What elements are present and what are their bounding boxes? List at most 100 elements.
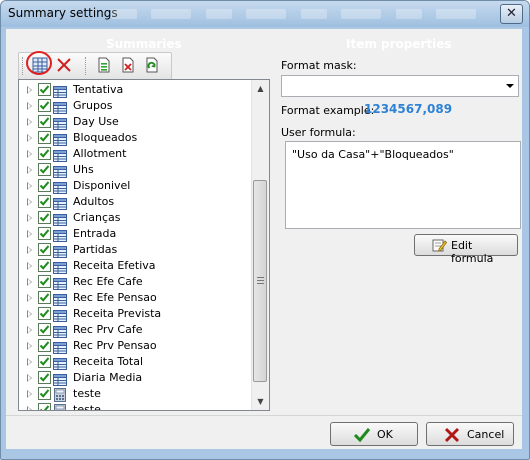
expand-arrow-icon[interactable] bbox=[27, 182, 32, 190]
tree-item-label: Receita Efetiva bbox=[73, 259, 156, 272]
item-checkbox[interactable] bbox=[38, 291, 51, 304]
expand-arrow-icon[interactable] bbox=[27, 118, 32, 126]
tree-scrollbar[interactable]: ▲ ▼ bbox=[251, 80, 269, 410]
checkmark-icon bbox=[39, 101, 50, 110]
scroll-down-button[interactable]: ▼ bbox=[252, 393, 269, 410]
tree-item[interactable]: Tentativa bbox=[19, 82, 254, 98]
expand-arrow-icon[interactable] bbox=[27, 326, 32, 334]
tree-item[interactable]: Rec Efe Pensao bbox=[19, 290, 254, 306]
expand-arrow-icon[interactable] bbox=[27, 294, 32, 302]
expand-arrow-icon[interactable] bbox=[27, 230, 32, 238]
tree-item[interactable]: Bloqueados bbox=[19, 130, 254, 146]
tree-item[interactable]: Disponivel bbox=[19, 178, 254, 194]
tree-item-label: Allotment bbox=[73, 147, 127, 160]
ghost-decoration bbox=[111, 9, 137, 19]
scroll-thumb[interactable] bbox=[253, 180, 267, 382]
expand-arrow-icon[interactable] bbox=[27, 214, 32, 222]
item-checkbox[interactable] bbox=[38, 147, 51, 160]
item-checkbox[interactable] bbox=[38, 115, 51, 128]
tree-item[interactable]: Rec Prv Pensao bbox=[19, 338, 254, 354]
expand-arrow-icon[interactable] bbox=[27, 262, 32, 270]
tree-item[interactable]: Day Use bbox=[19, 114, 254, 130]
ghost-decoration bbox=[246, 9, 286, 19]
table-icon bbox=[53, 147, 67, 162]
expand-arrow-icon[interactable] bbox=[27, 310, 32, 318]
close-button[interactable]: ✕ bbox=[500, 4, 523, 24]
remove-document-button[interactable] bbox=[119, 56, 137, 74]
item-checkbox[interactable] bbox=[38, 307, 51, 320]
cancel-button[interactable]: Cancel bbox=[426, 422, 514, 446]
user-formula-textarea[interactable]: "Uso da Casa"+"Bloqueados" bbox=[285, 141, 521, 229]
tree-item[interactable]: Rec Prv Cafe bbox=[19, 322, 254, 338]
tree-item[interactable]: Uhs bbox=[19, 162, 254, 178]
expand-arrow-icon[interactable] bbox=[27, 150, 32, 158]
item-checkbox[interactable] bbox=[38, 339, 51, 352]
tree-item[interactable]: teste bbox=[19, 386, 254, 402]
item-checkbox[interactable] bbox=[38, 211, 51, 224]
tree-item-label: Tentativa bbox=[73, 83, 124, 96]
expand-arrow-icon[interactable] bbox=[27, 342, 32, 350]
new-document-button[interactable] bbox=[95, 56, 113, 74]
item-checkbox[interactable] bbox=[38, 243, 51, 256]
expand-arrow-icon[interactable] bbox=[27, 134, 32, 142]
table-icon bbox=[53, 355, 67, 370]
tree-item[interactable]: Entrada bbox=[19, 226, 254, 242]
item-checkbox[interactable] bbox=[38, 371, 51, 384]
expand-arrow-icon[interactable] bbox=[27, 102, 32, 110]
expand-arrow-icon[interactable] bbox=[27, 166, 32, 174]
expand-arrow-icon[interactable] bbox=[27, 374, 32, 382]
item-checkbox[interactable] bbox=[38, 275, 51, 288]
item-checkbox[interactable] bbox=[38, 83, 51, 96]
format-mask-combo[interactable] bbox=[281, 75, 519, 97]
tree-item[interactable]: Receita Prevista bbox=[19, 306, 254, 322]
expand-arrow-icon[interactable] bbox=[27, 358, 32, 366]
tree-item-label: Entrada bbox=[73, 227, 117, 240]
tree-item[interactable]: Receita Efetiva bbox=[19, 258, 254, 274]
tree-item[interactable]: Crianças bbox=[19, 210, 254, 226]
tree-item[interactable]: Receita Total bbox=[19, 354, 254, 370]
document-red-x-icon bbox=[122, 57, 134, 73]
tree-item[interactable]: Partidas bbox=[19, 242, 254, 258]
red-x-icon bbox=[444, 427, 460, 443]
tree-item[interactable]: Grupos bbox=[19, 98, 254, 114]
user-formula-label: User formula: bbox=[281, 126, 356, 139]
expand-arrow-icon[interactable] bbox=[27, 246, 32, 254]
item-checkbox[interactable] bbox=[38, 387, 51, 400]
title-bar[interactable]: Summary settings ✕ bbox=[1, 1, 529, 27]
item-checkbox[interactable] bbox=[38, 131, 51, 144]
summaries-tree[interactable]: Tentativa Grupos Day Use Bloqueados Allotmen… bbox=[18, 79, 270, 411]
edit-formula-button[interactable]: Edit formula bbox=[414, 234, 518, 265]
item-checkbox[interactable] bbox=[38, 195, 51, 208]
item-checkbox[interactable] bbox=[38, 403, 51, 410]
expand-arrow-icon[interactable] bbox=[27, 198, 32, 206]
item-checkbox[interactable] bbox=[38, 99, 51, 112]
delete-button[interactable] bbox=[55, 56, 73, 74]
red-x-icon bbox=[57, 58, 71, 72]
green-check-icon bbox=[353, 428, 371, 443]
refresh-button[interactable] bbox=[143, 56, 161, 74]
scroll-up-button[interactable]: ▲ bbox=[252, 80, 269, 97]
summaries-header: Summaries bbox=[106, 37, 182, 51]
tree-item[interactable]: Rec Efe Cafe bbox=[19, 274, 254, 290]
tree-item-label: Rec Prv Pensao bbox=[73, 339, 157, 352]
item-checkbox[interactable] bbox=[38, 163, 51, 176]
tree-item-label: teste bbox=[73, 403, 101, 411]
item-checkbox[interactable] bbox=[38, 323, 51, 336]
tree-item-label: Day Use bbox=[73, 115, 119, 128]
expand-arrow-icon[interactable] bbox=[27, 278, 32, 286]
expand-arrow-icon[interactable] bbox=[27, 406, 32, 410]
item-checkbox[interactable] bbox=[38, 179, 51, 192]
tree-item[interactable]: teste bbox=[19, 402, 254, 411]
tree-item[interactable]: Diaria Media bbox=[19, 370, 254, 386]
ok-button[interactable]: OK bbox=[330, 422, 418, 446]
item-checkbox[interactable] bbox=[38, 355, 51, 368]
chevron-down-icon bbox=[506, 84, 514, 88]
cancel-label: Cancel bbox=[467, 428, 505, 441]
toolbar-grip bbox=[85, 57, 88, 75]
item-checkbox[interactable] bbox=[38, 259, 51, 272]
expand-arrow-icon[interactable] bbox=[27, 390, 32, 398]
expand-arrow-icon[interactable] bbox=[27, 86, 32, 94]
item-checkbox[interactable] bbox=[38, 227, 51, 240]
tree-item[interactable]: Adultos bbox=[19, 194, 254, 210]
tree-item[interactable]: Allotment bbox=[19, 146, 254, 162]
